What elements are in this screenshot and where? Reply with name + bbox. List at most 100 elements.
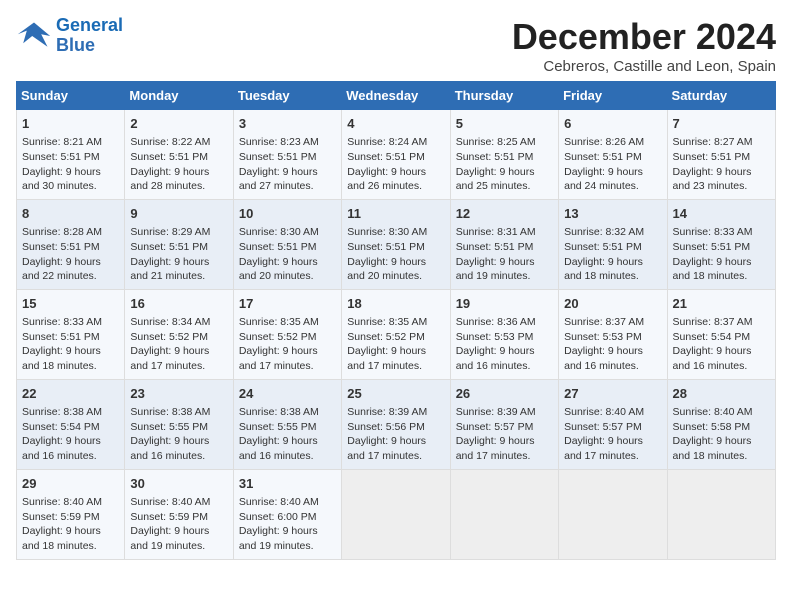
- sunrise-text: Sunrise: 8:38 AM: [22, 406, 102, 418]
- sunset-text: Sunset: 5:51 PM: [347, 151, 425, 163]
- sunrise-text: Sunrise: 8:25 AM: [456, 136, 536, 148]
- main-title: December 2024: [512, 16, 776, 58]
- day-number: 1: [22, 115, 119, 133]
- calendar-cell: 18Sunrise: 8:35 AMSunset: 5:52 PMDayligh…: [342, 289, 450, 379]
- week-row-4: 22Sunrise: 8:38 AMSunset: 5:54 PMDayligh…: [17, 379, 776, 469]
- logo-icon: [16, 18, 52, 54]
- sunset-text: Sunset: 5:52 PM: [347, 331, 425, 343]
- calendar-cell: 11Sunrise: 8:30 AMSunset: 5:51 PMDayligh…: [342, 199, 450, 289]
- day-number: 20: [564, 295, 661, 313]
- sunrise-text: Sunrise: 8:40 AM: [564, 406, 644, 418]
- week-row-2: 8Sunrise: 8:28 AMSunset: 5:51 PMDaylight…: [17, 199, 776, 289]
- day-number: 2: [130, 115, 227, 133]
- daylight-text: Daylight: 9 hours and 16 minutes.: [239, 435, 318, 462]
- sunrise-text: Sunrise: 8:40 AM: [130, 496, 210, 508]
- daylight-text: Daylight: 9 hours and 23 minutes.: [673, 166, 752, 193]
- sunrise-text: Sunrise: 8:33 AM: [22, 316, 102, 328]
- calendar-cell: 19Sunrise: 8:36 AMSunset: 5:53 PMDayligh…: [450, 289, 558, 379]
- calendar-cell: 1Sunrise: 8:21 AMSunset: 5:51 PMDaylight…: [17, 110, 125, 200]
- sunset-text: Sunset: 5:56 PM: [347, 421, 425, 433]
- sunrise-text: Sunrise: 8:39 AM: [347, 406, 427, 418]
- title-block: December 2024 Cebreros, Castille and Leo…: [512, 16, 776, 75]
- sunrise-text: Sunrise: 8:29 AM: [130, 226, 210, 238]
- daylight-text: Daylight: 9 hours and 27 minutes.: [239, 166, 318, 193]
- calendar-cell: [342, 469, 450, 559]
- daylight-text: Daylight: 9 hours and 16 minutes.: [22, 435, 101, 462]
- calendar-cell: 23Sunrise: 8:38 AMSunset: 5:55 PMDayligh…: [125, 379, 233, 469]
- header-row: Sunday Monday Tuesday Wednesday Thursday…: [17, 82, 776, 110]
- sunrise-text: Sunrise: 8:34 AM: [130, 316, 210, 328]
- daylight-text: Daylight: 9 hours and 20 minutes.: [347, 256, 426, 283]
- sunset-text: Sunset: 5:51 PM: [673, 151, 751, 163]
- sunset-text: Sunset: 5:59 PM: [22, 511, 100, 523]
- calendar-cell: 27Sunrise: 8:40 AMSunset: 5:57 PMDayligh…: [559, 379, 667, 469]
- sunrise-text: Sunrise: 8:33 AM: [673, 226, 753, 238]
- daylight-text: Daylight: 9 hours and 17 minutes.: [347, 345, 426, 372]
- calendar-cell: 30Sunrise: 8:40 AMSunset: 5:59 PMDayligh…: [125, 469, 233, 559]
- sunrise-text: Sunrise: 8:26 AM: [564, 136, 644, 148]
- subtitle: Cebreros, Castille and Leon, Spain: [512, 58, 776, 75]
- sunrise-text: Sunrise: 8:31 AM: [456, 226, 536, 238]
- daylight-text: Daylight: 9 hours and 16 minutes.: [130, 435, 209, 462]
- day-number: 3: [239, 115, 336, 133]
- calendar-cell: 17Sunrise: 8:35 AMSunset: 5:52 PMDayligh…: [233, 289, 341, 379]
- calendar-cell: 13Sunrise: 8:32 AMSunset: 5:51 PMDayligh…: [559, 199, 667, 289]
- daylight-text: Daylight: 9 hours and 19 minutes.: [456, 256, 535, 283]
- daylight-text: Daylight: 9 hours and 18 minutes.: [22, 345, 101, 372]
- day-number: 6: [564, 115, 661, 133]
- day-number: 8: [22, 205, 119, 223]
- logo-text: General Blue: [56, 16, 123, 56]
- calendar-cell: 22Sunrise: 8:38 AMSunset: 5:54 PMDayligh…: [17, 379, 125, 469]
- col-monday: Monday: [125, 82, 233, 110]
- calendar-cell: 31Sunrise: 8:40 AMSunset: 6:00 PMDayligh…: [233, 469, 341, 559]
- sunrise-text: Sunrise: 8:21 AM: [22, 136, 102, 148]
- day-number: 4: [347, 115, 444, 133]
- daylight-text: Daylight: 9 hours and 17 minutes.: [564, 435, 643, 462]
- page-header: General Blue December 2024 Cebreros, Cas…: [16, 16, 776, 75]
- calendar-cell: [450, 469, 558, 559]
- sunset-text: Sunset: 5:55 PM: [239, 421, 317, 433]
- calendar-cell: 29Sunrise: 8:40 AMSunset: 5:59 PMDayligh…: [17, 469, 125, 559]
- col-wednesday: Wednesday: [342, 82, 450, 110]
- calendar-cell: 6Sunrise: 8:26 AMSunset: 5:51 PMDaylight…: [559, 110, 667, 200]
- week-row-1: 1 Sunrise: 8:21 AM Sunset: 5:51 PM Daylight…: [17, 110, 776, 200]
- day-number: 15: [22, 295, 119, 313]
- sunset-text: Sunset: 5:51 PM: [564, 241, 642, 253]
- calendar-cell: 16Sunrise: 8:34 AMSunset: 5:52 PMDayligh…: [125, 289, 233, 379]
- daylight-text: Daylight: 9 hours and 17 minutes.: [347, 435, 426, 462]
- daylight-text: Daylight: 9 hours and 17 minutes.: [130, 345, 209, 372]
- calendar-cell: 26Sunrise: 8:39 AMSunset: 5:57 PMDayligh…: [450, 379, 558, 469]
- sunset-text: Sunset: 5:51 PM: [347, 241, 425, 253]
- calendar-body: 1 Sunrise: 8:21 AM Sunset: 5:51 PM Daylight…: [17, 110, 776, 560]
- sunrise-text: Sunrise: 8:40 AM: [22, 496, 102, 508]
- sunrise-text: Sunrise: 8:36 AM: [456, 316, 536, 328]
- day-number: 23: [130, 385, 227, 403]
- sunset-text: Sunset: 5:57 PM: [564, 421, 642, 433]
- daylight-text: Daylight: 9 hours and 26 minutes.: [347, 166, 426, 193]
- day-number: 17: [239, 295, 336, 313]
- day-number: 5: [456, 115, 553, 133]
- sunset-text: Sunset: 5:57 PM: [456, 421, 534, 433]
- sunset-text: Sunset: 5:51 PM: [22, 331, 100, 343]
- day-number: 24: [239, 385, 336, 403]
- day-number: 26: [456, 385, 553, 403]
- sunset-text: Sunset: 5:52 PM: [239, 331, 317, 343]
- daylight-text: Daylight: 9 hours and 16 minutes.: [564, 345, 643, 372]
- daylight-text: Daylight: 9 hours and 25 minutes.: [456, 166, 535, 193]
- sunset-text: Sunset: 6:00 PM: [239, 511, 317, 523]
- week-row-3: 15 Sunrise: 8:33 AM Sunset: 5:51 PM Dayligh…: [17, 289, 776, 379]
- day-number: 29: [22, 475, 119, 493]
- calendar-cell: 7Sunrise: 8:27 AMSunset: 5:51 PMDaylight…: [667, 110, 775, 200]
- daylight-text: Daylight: 9 hours and 18 minutes.: [673, 435, 752, 462]
- day-number: 10: [239, 205, 336, 223]
- sunset-text: Sunset: 5:53 PM: [564, 331, 642, 343]
- daylight-text: Daylight: 9 hours and 30 minutes.: [22, 166, 101, 193]
- calendar-cell: 9Sunrise: 8:29 AMSunset: 5:51 PMDaylight…: [125, 199, 233, 289]
- calendar-cell: 3Sunrise: 8:23 AMSunset: 5:51 PMDaylight…: [233, 110, 341, 200]
- sunset-text: Sunset: 5:51 PM: [564, 151, 642, 163]
- sunrise-text: Sunrise: 8:32 AM: [564, 226, 644, 238]
- sunset-text: Sunset: 5:51 PM: [239, 241, 317, 253]
- daylight-text: Daylight: 9 hours and 18 minutes.: [564, 256, 643, 283]
- day-number: 9: [130, 205, 227, 223]
- daylight-text: Daylight: 9 hours and 21 minutes.: [130, 256, 209, 283]
